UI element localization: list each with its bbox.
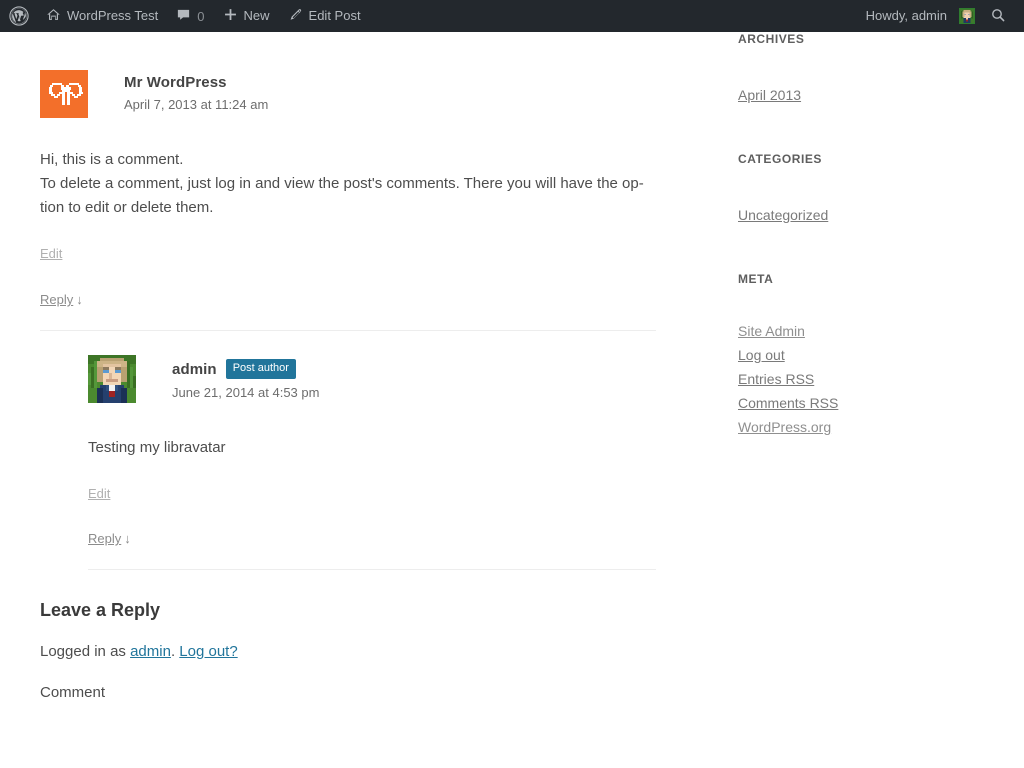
comments-area: Mr WordPress April 7, 2013 at 11:24 am H… [40, 32, 656, 701]
avatar [959, 8, 975, 24]
list-item: Comments RSS [738, 391, 838, 415]
list-item: Entries RSS [738, 367, 838, 391]
search-button[interactable] [984, 0, 1016, 32]
avatar [40, 70, 88, 118]
comment-paragraph: To delete a comment, just log in and vie… [40, 175, 644, 216]
meta-link-wordpress-org[interactable]: WordPress.org [738, 415, 831, 439]
plus-icon [223, 7, 238, 25]
reply-down-arrow-icon: ↓ [124, 531, 131, 546]
comment-paragraph: Hi, this is a comment. [40, 151, 184, 168]
comment-header: admin Post author June 21, 2014 at 4:53 … [88, 331, 656, 403]
widget-list: Site Admin Log out Entries RSS Comments … [738, 319, 838, 439]
wordpress-logo-button[interactable] [0, 0, 37, 32]
list-item: Uncategorized [738, 203, 828, 227]
leave-a-reply-title: Leave a Reply [40, 600, 161, 620]
logged-in-prefix: Logged in as [40, 643, 131, 660]
comment-paragraph: Testing my libravatar [88, 439, 226, 456]
new-content-label: New [243, 8, 270, 23]
comment: Mr WordPress April 7, 2013 at 11:24 am H… [40, 32, 656, 570]
howdy-label: Howdy, admin [865, 8, 947, 23]
comment-date: April 7, 2013 at 11:24 am [124, 97, 269, 112]
new-content-menu[interactable]: New [214, 0, 279, 32]
admin-bar-right: Howdy, admin [857, 0, 1024, 32]
site-name-label: WordPress Test [67, 8, 159, 23]
comment-header: Mr WordPress April 7, 2013 at 11:24 am [40, 32, 656, 118]
avatar [88, 355, 136, 403]
comment-author-line: Mr WordPress [124, 74, 268, 91]
comment-reply-row: Reply ↓ [40, 292, 656, 307]
logged-in-as: Logged in as admin. Log out? [40, 643, 656, 660]
comment-bubble-icon [176, 7, 191, 25]
comment-edit-wrap: Edit [88, 485, 656, 503]
widget-meta: META Site Admin Log out Entries RSS Comm… [738, 272, 838, 439]
comment-edit-wrap: Edit [40, 245, 656, 263]
admin-bar: WordPress Test 0 New Edit Post Howdy, ad… [0, 0, 1024, 32]
wordpress-logo-icon [9, 6, 29, 26]
meta-link-entries-rss[interactable]: Entries RSS [738, 367, 814, 391]
edit-comment-link[interactable]: Edit [40, 246, 62, 261]
admin-bar-left: WordPress Test 0 New Edit Post [0, 0, 370, 32]
comment-field-label: Comment [40, 684, 106, 701]
search-icon [990, 7, 1006, 26]
widget-title: CATEGORIES [738, 152, 822, 166]
comment-author-line: admin Post author [172, 359, 319, 379]
widget-categories: CATEGORIES Uncategorized [738, 152, 828, 227]
comments-menu[interactable]: 0 [167, 0, 213, 32]
category-link[interactable]: Uncategorized [738, 203, 828, 227]
comment-author-meta: admin Post author June 21, 2014 at 4:53 … [172, 355, 319, 400]
comment-author-name: admin [172, 360, 217, 378]
comment-reply-row: Reply ↓ [88, 531, 656, 546]
meta-link-comments-rss[interactable]: Comments RSS [738, 391, 838, 415]
comment-author-name: Mr WordPress [124, 74, 227, 91]
site-name-menu[interactable]: WordPress Test [37, 0, 167, 32]
comment: admin Post author June 21, 2014 at 4:53 … [88, 331, 656, 570]
home-icon [46, 7, 61, 25]
comment-divider [88, 569, 656, 570]
list-item: Log out [738, 343, 838, 367]
comment-date: June 21, 2014 at 4:53 pm [172, 385, 320, 400]
logged-in-user-link[interactable]: admin [130, 643, 171, 660]
edit-post-label: Edit Post [308, 8, 361, 23]
widget-list: Uncategorized [738, 203, 828, 227]
widget-list: April 2013 [738, 83, 804, 107]
my-account-menu[interactable]: Howdy, admin [857, 0, 984, 32]
comment-author-meta: Mr WordPress April 7, 2013 at 11:24 am [124, 70, 268, 112]
comments-count: 0 [197, 8, 205, 24]
pencil-icon [288, 7, 303, 25]
list-item: WordPress.org [738, 415, 838, 439]
pixel-portrait-avatar-icon [88, 355, 136, 403]
edit-comment-link[interactable]: Edit [88, 486, 110, 501]
widget-title: ARCHIVES [738, 32, 805, 46]
comment-body: Hi, this is a comment. To delete a comme… [40, 148, 656, 220]
widget-archives: ARCHIVES April 2013 [738, 32, 804, 107]
list-item: Site Admin [738, 319, 838, 343]
comment-children: admin Post author June 21, 2014 at 4:53 … [88, 331, 656, 570]
reply-down-arrow-icon: ↓ [76, 292, 83, 307]
widget-title: META [738, 272, 774, 286]
log-out-link[interactable]: Log out? [179, 643, 237, 660]
list-item: April 2013 [738, 83, 804, 107]
respond-section: Leave a Reply Logged in as admin. Log ou… [40, 600, 656, 701]
identicon-butterfly-icon [40, 70, 88, 118]
page-body: Mr WordPress April 7, 2013 at 11:24 am H… [0, 32, 1024, 768]
meta-link-site-admin[interactable]: Site Admin [738, 319, 805, 343]
reply-link[interactable]: Reply [40, 292, 73, 307]
reply-link[interactable]: Reply [88, 531, 121, 546]
edit-post-menu[interactable]: Edit Post [279, 0, 370, 32]
meta-link-log-out[interactable]: Log out [738, 343, 785, 367]
comment-body: Testing my libravatar [88, 436, 656, 460]
archives-link[interactable]: April 2013 [738, 83, 801, 107]
post-author-badge: Post author [225, 359, 296, 379]
